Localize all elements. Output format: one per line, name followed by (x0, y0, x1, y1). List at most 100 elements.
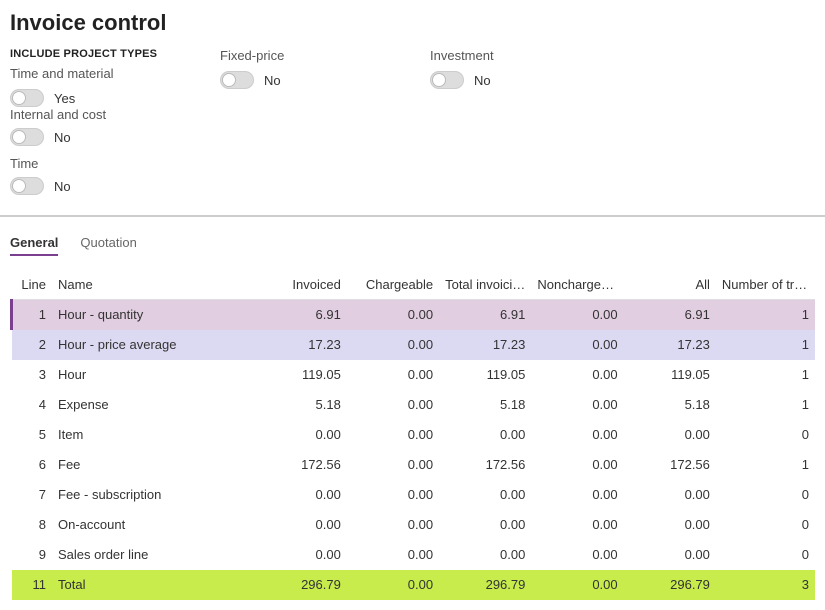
cell-all: 296.79 (624, 570, 716, 600)
cell-line: 9 (12, 540, 53, 570)
cell-chargeable: 0.00 (347, 420, 439, 450)
cell-line: 5 (12, 420, 53, 450)
tab-general[interactable]: General (10, 235, 58, 256)
cell-name: Item (52, 420, 255, 450)
cell-chargeable: 0.00 (347, 330, 439, 360)
table-row[interactable]: 3Hour119.050.00119.050.00119.051 (12, 360, 816, 390)
cell-num-tra: 0 (716, 420, 815, 450)
table-row[interactable]: 4Expense5.180.005.180.005.181 (12, 390, 816, 420)
cell-name: On-account (52, 510, 255, 540)
table-header-row: Line Name Invoiced Chargeable Total invo… (12, 270, 816, 300)
cell-num-tra: 3 (716, 570, 815, 600)
time-value: No (54, 179, 71, 194)
cell-invoiced: 17.23 (255, 330, 347, 360)
cell-num-tra: 1 (716, 360, 815, 390)
cell-name: Hour - quantity (52, 300, 255, 330)
cell-nonchargeable: 0.00 (531, 570, 623, 600)
tabs: General Quotation (0, 235, 825, 256)
table-row[interactable]: 7Fee - subscription0.000.000.000.000.000 (12, 480, 816, 510)
cell-line: 7 (12, 480, 53, 510)
internal-cost-value: No (54, 130, 71, 145)
cell-chargeable: 0.00 (347, 510, 439, 540)
col-nonchargeable[interactable]: Nonchargeable (531, 270, 623, 300)
cell-total-invoicing: 172.56 (439, 450, 531, 480)
cell-nonchargeable: 0.00 (531, 300, 623, 330)
cell-chargeable: 0.00 (347, 570, 439, 600)
col-num-tra[interactable]: Number of tra… (716, 270, 815, 300)
table-row[interactable]: 6Fee172.560.00172.560.00172.561 (12, 450, 816, 480)
cell-line: 4 (12, 390, 53, 420)
col-line[interactable]: Line (12, 270, 53, 300)
cell-name: Hour (52, 360, 255, 390)
cell-name: Total (52, 570, 255, 600)
cell-all: 0.00 (624, 420, 716, 450)
table-row[interactable]: 5Item0.000.000.000.000.000 (12, 420, 816, 450)
cell-nonchargeable: 0.00 (531, 390, 623, 420)
cell-invoiced: 0.00 (255, 510, 347, 540)
investment-toggle[interactable] (430, 71, 464, 89)
section-divider (0, 215, 825, 217)
cell-line: 8 (12, 510, 53, 540)
cell-nonchargeable: 0.00 (531, 450, 623, 480)
cell-all: 0.00 (624, 480, 716, 510)
cell-name: Fee (52, 450, 255, 480)
time-and-material-label: Time and material (10, 66, 220, 81)
cell-name: Expense (52, 390, 255, 420)
cell-invoiced: 0.00 (255, 420, 347, 450)
filters-row: INCLUDE PROJECT TYPES Time and material … (10, 48, 815, 211)
internal-cost-toggle[interactable] (10, 128, 44, 146)
cell-num-tra: 0 (716, 480, 815, 510)
cell-invoiced: 296.79 (255, 570, 347, 600)
cell-line: 6 (12, 450, 53, 480)
table-row[interactable]: 9Sales order line0.000.000.000.000.000 (12, 540, 816, 570)
cell-nonchargeable: 0.00 (531, 540, 623, 570)
cell-chargeable: 0.00 (347, 450, 439, 480)
fixed-price-value: No (264, 73, 281, 88)
cell-all: 5.18 (624, 390, 716, 420)
cell-num-tra: 0 (716, 540, 815, 570)
table-row[interactable]: 2Hour - price average17.230.0017.230.001… (12, 330, 816, 360)
cell-num-tra: 1 (716, 390, 815, 420)
tab-quotation[interactable]: Quotation (80, 235, 136, 256)
cell-nonchargeable: 0.00 (531, 420, 623, 450)
cell-invoiced: 6.91 (255, 300, 347, 330)
col-all[interactable]: All (624, 270, 716, 300)
time-label: Time (10, 156, 190, 171)
fixed-price-label: Fixed-price (220, 48, 430, 63)
investment-value: No (474, 73, 491, 88)
cell-num-tra: 1 (716, 330, 815, 360)
cell-line: 3 (12, 360, 53, 390)
cell-nonchargeable: 0.00 (531, 330, 623, 360)
cell-num-tra: 0 (716, 510, 815, 540)
cell-total-invoicing: 17.23 (439, 330, 531, 360)
cell-total-invoicing: 119.05 (439, 360, 531, 390)
cell-chargeable: 0.00 (347, 300, 439, 330)
col-chargeable[interactable]: Chargeable (347, 270, 439, 300)
table-row[interactable]: 8On-account0.000.000.000.000.000 (12, 510, 816, 540)
table-row-total[interactable]: 11Total296.790.00296.790.00296.793 (12, 570, 816, 600)
cell-name: Fee - subscription (52, 480, 255, 510)
internal-cost-label: Internal and cost (10, 107, 190, 122)
cell-all: 17.23 (624, 330, 716, 360)
col-name[interactable]: Name (52, 270, 255, 300)
col-invoiced[interactable]: Invoiced (255, 270, 347, 300)
cell-invoiced: 0.00 (255, 480, 347, 510)
cell-name: Hour - price average (52, 330, 255, 360)
cell-line: 2 (12, 330, 53, 360)
time-toggle[interactable] (10, 177, 44, 195)
col-total-invoicing[interactable]: Total invoicing (439, 270, 531, 300)
cell-line: 1 (12, 300, 53, 330)
cell-total-invoicing: 0.00 (439, 480, 531, 510)
cell-invoiced: 0.00 (255, 540, 347, 570)
cell-total-invoicing: 0.00 (439, 540, 531, 570)
cell-invoiced: 5.18 (255, 390, 347, 420)
time-and-material-toggle[interactable] (10, 89, 44, 107)
cell-name: Sales order line (52, 540, 255, 570)
table-row[interactable]: 1Hour - quantity6.910.006.910.006.911 (12, 300, 816, 330)
cell-all: 6.91 (624, 300, 716, 330)
investment-label: Investment (430, 48, 640, 63)
invoice-table: Line Name Invoiced Chargeable Total invo… (10, 270, 815, 600)
cell-all: 172.56 (624, 450, 716, 480)
cell-num-tra: 1 (716, 300, 815, 330)
fixed-price-toggle[interactable] (220, 71, 254, 89)
